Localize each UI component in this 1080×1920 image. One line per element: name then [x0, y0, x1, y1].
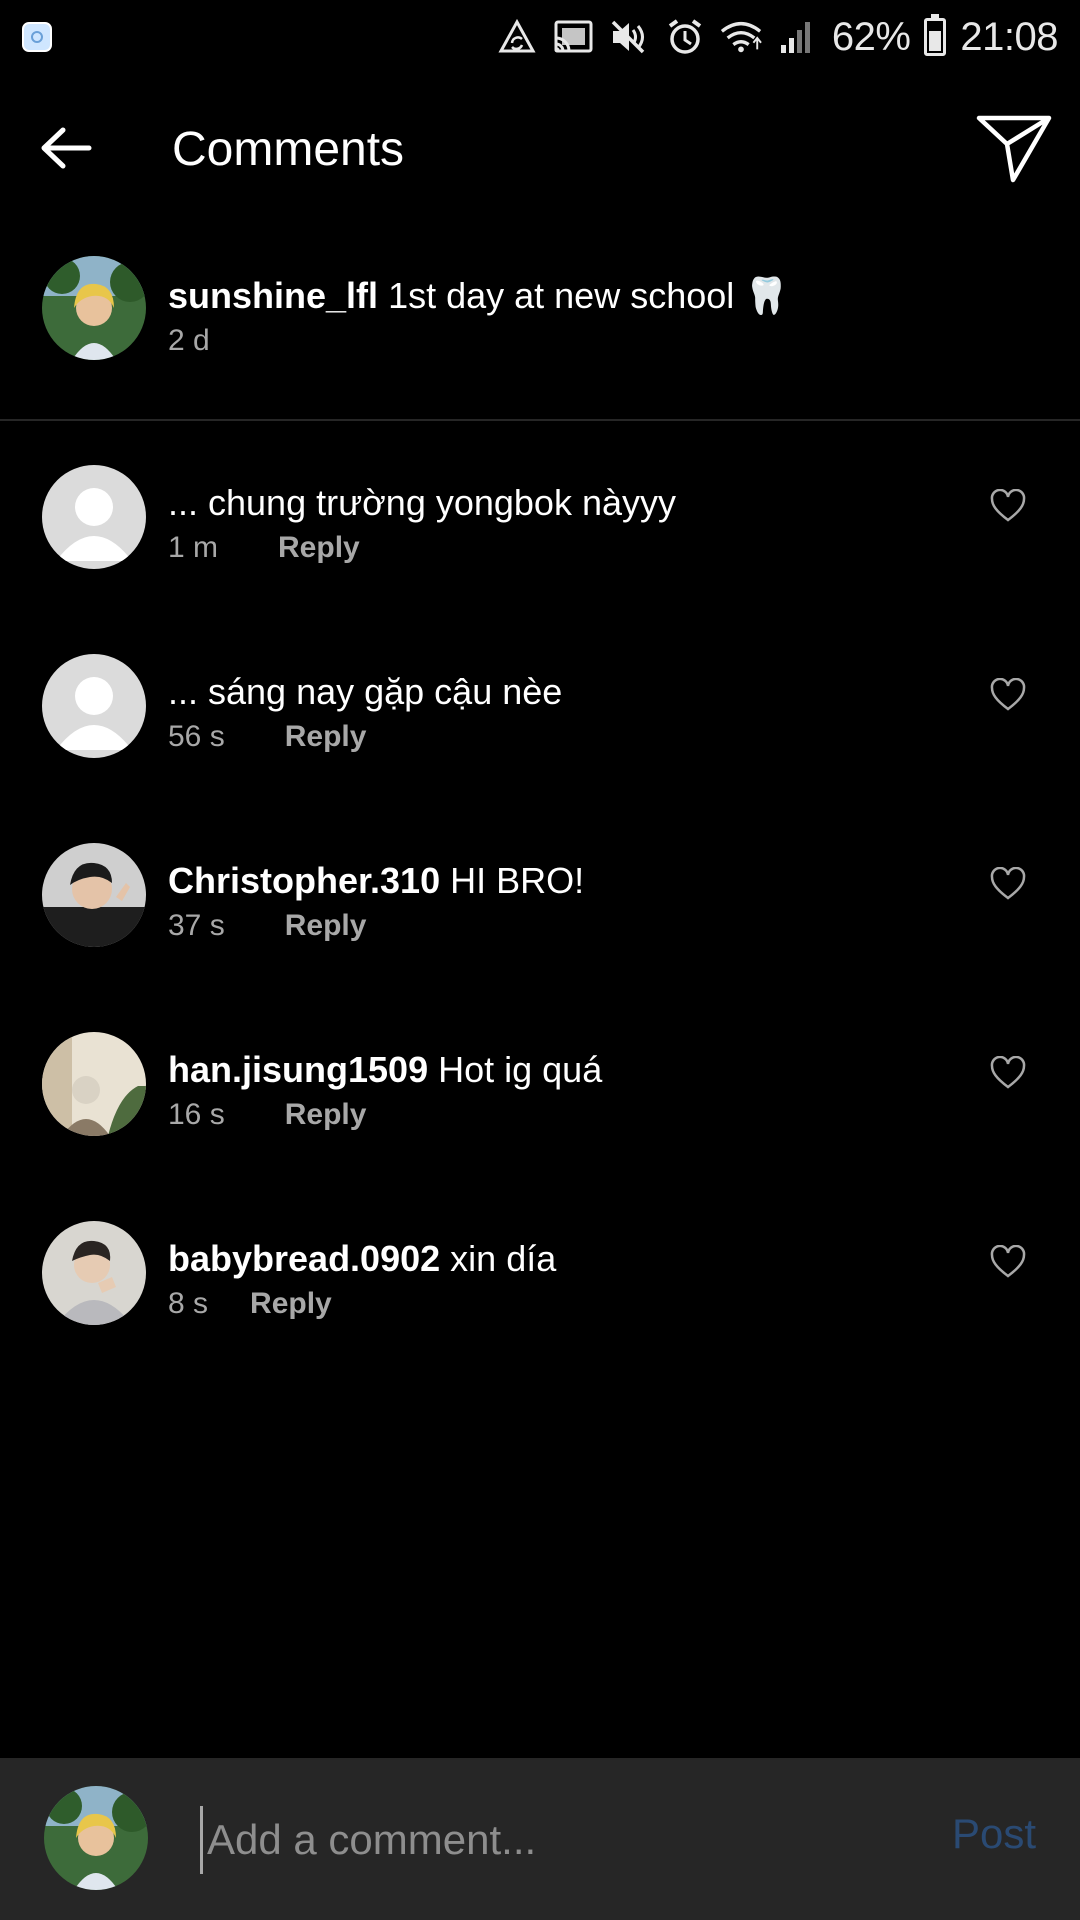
comment-item: han.jisung1509 Hot ig quá 16 s Reply [0, 1032, 1080, 1221]
header: Comments [0, 74, 1080, 218]
share-button[interactable] [974, 108, 1054, 188]
comment-time: 16 s [168, 1098, 225, 1131]
heart-icon[interactable] [990, 867, 1026, 901]
comment-username[interactable]: Christopher.310 [168, 860, 440, 901]
battery-icon [924, 14, 947, 56]
heart-icon[interactable] [990, 678, 1026, 712]
status-icons: 62% 21:08 [496, 10, 1058, 64]
caption-username[interactable]: sunshine_lfl [168, 275, 378, 316]
comment-text: ... chung trường yongbok nàyyy [168, 482, 676, 523]
avatar-default[interactable] [42, 465, 146, 569]
comment-time: 1 m [168, 531, 219, 564]
alarm-icon [664, 16, 706, 58]
reply-button[interactable]: Reply [285, 1098, 367, 1131]
battery-percent: 62% [831, 14, 911, 59]
comment-username[interactable]: han.jisung1509 [168, 1049, 428, 1090]
caption-text: 1st day at new school 🦷 [388, 275, 790, 316]
current-user-avatar [44, 1786, 148, 1890]
page-title: Comments [172, 123, 405, 176]
arrow-left-icon [41, 127, 92, 169]
reply-button[interactable]: Reply [250, 1287, 332, 1320]
divider [0, 419, 1080, 421]
comment-input[interactable] [200, 1806, 909, 1874]
cast-icon [552, 16, 594, 58]
app-notification-icon [22, 22, 52, 52]
status-bar: 62% 21:08 [0, 0, 1080, 74]
caption-time: 2 d [168, 324, 210, 357]
comment-time: 8 s [168, 1287, 209, 1320]
comment-item: ... sáng nay gặp cậu nèe 56 s Reply [0, 654, 1080, 843]
comment-text: ... sáng nay gặp cậu nèe [168, 671, 563, 712]
comment-item: babybread.0902 xin día 8 s Reply [0, 1221, 1080, 1410]
comment-username[interactable]: babybread.0902 [168, 1238, 440, 1279]
avatar[interactable] [42, 1221, 146, 1325]
comment-time: 56 s [168, 720, 225, 753]
comment-item: Christopher.310 HI BRO! 37 s Reply [0, 843, 1080, 1032]
back-button[interactable] [28, 110, 104, 186]
post-caption: sunshine_lfl 1st day at new school 🦷 2 d [0, 256, 1080, 420]
reply-button[interactable]: Reply [285, 720, 367, 753]
sync-warning-icon [496, 16, 538, 58]
signal-icon [776, 16, 818, 58]
comment-text: xin día [450, 1238, 557, 1279]
paper-plane-icon [976, 115, 1052, 183]
mute-icon [608, 16, 650, 58]
post-button[interactable]: Post [952, 1810, 1036, 1858]
comment-composer: Post [0, 1758, 1080, 1920]
avatar[interactable] [42, 256, 146, 360]
heart-icon[interactable] [990, 489, 1026, 523]
heart-icon[interactable] [990, 1245, 1026, 1279]
avatar[interactable] [42, 1032, 146, 1136]
avatar-default[interactable] [42, 654, 146, 758]
battery-level [929, 31, 942, 51]
heart-icon[interactable] [990, 1056, 1026, 1090]
wifi-icon [720, 16, 762, 58]
comment-text: HI BRO! [450, 860, 585, 901]
reply-button[interactable]: Reply [278, 531, 360, 564]
clock: 21:08 [960, 14, 1058, 59]
comment-time: 37 s [168, 909, 225, 942]
reply-button[interactable]: Reply [285, 909, 367, 942]
comment-text: Hot ig quá [438, 1049, 603, 1090]
avatar[interactable] [42, 843, 146, 947]
comment-item: ... chung trường yongbok nàyyy 1 m Reply [0, 465, 1080, 654]
